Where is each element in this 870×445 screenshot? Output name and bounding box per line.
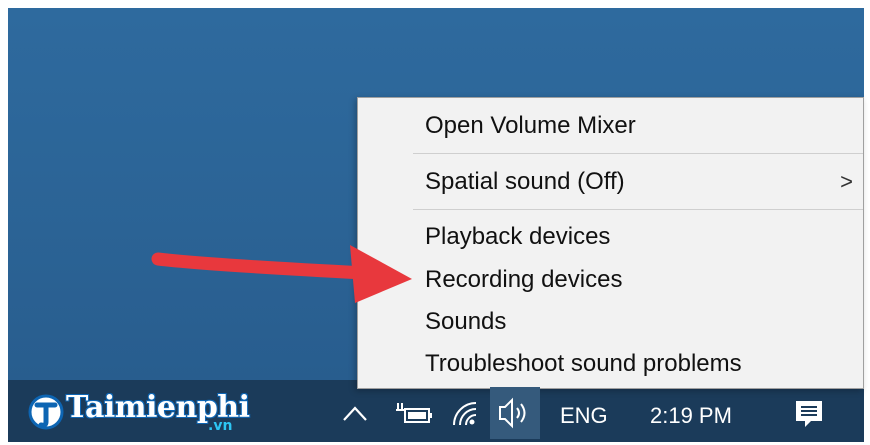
menu-item-spatial-sound[interactable]: Spatial sound (Off) > [358,167,863,197]
menu-item-playback-devices[interactable]: Playback devices [358,222,863,252]
action-center-icon[interactable] [793,398,825,430]
menu-item-label: Sounds [425,308,507,335]
logo-suffix: .vn [208,418,233,434]
menu-item-label: Spatial sound (Off) [425,168,625,195]
clock[interactable]: 2:19 PM [650,403,732,429]
logo-mark-icon [28,394,64,430]
chevron-up-icon[interactable] [340,402,370,424]
menu-item-label: Recording devices [425,266,623,293]
volume-icon [499,397,526,429]
menu-item-troubleshoot[interactable]: Troubleshoot sound problems [358,349,863,379]
language-indicator[interactable]: ENG [560,403,608,429]
menu-item-recording-devices[interactable]: Recording devices [358,265,863,295]
menu-item-label: Troubleshoot sound problems [425,350,742,377]
wifi-icon[interactable] [450,399,484,427]
menu-item-open-volume-mixer[interactable]: Open Volume Mixer [358,111,863,141]
menu-item-label: Playback devices [425,223,611,250]
menu-item-label: Open Volume Mixer [425,112,636,139]
menu-separator [413,209,863,210]
menu-item-sounds[interactable]: Sounds [358,307,863,337]
volume-tray-button[interactable] [490,387,540,439]
menu-separator [413,153,863,154]
taimienphi-logo: Taimienphi .vn [28,388,258,434]
annotation-arrow [151,245,412,303]
battery-icon[interactable] [395,401,435,427]
chevron-right-icon: > [840,169,853,194]
sound-context-menu: Open Volume Mixer Spatial sound (Off) > … [357,97,864,389]
